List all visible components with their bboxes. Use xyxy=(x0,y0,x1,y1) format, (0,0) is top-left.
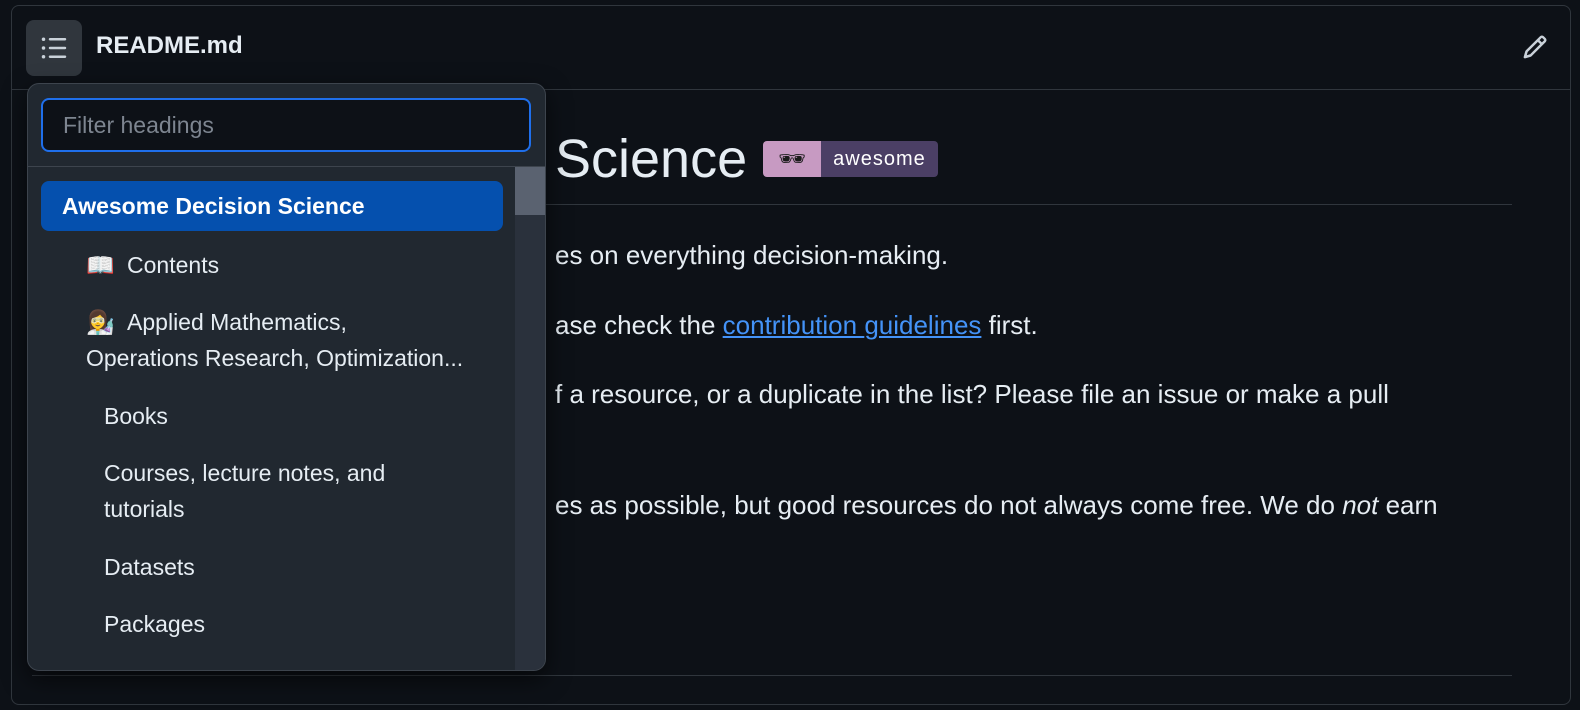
contribution-link[interactable]: contribution xyxy=(723,310,865,340)
outline-dropdown: Awesome Decision Science 📖 Contents 👩‍🔬 … xyxy=(27,83,546,671)
file-header: README.md xyxy=(12,6,1570,90)
contribution-text-before: ase check the xyxy=(555,310,723,340)
outline-item-label-line2: Operations Research, Optimization... xyxy=(86,345,464,371)
resources-paragraph: es as possible, but good resources do no… xyxy=(555,490,1438,521)
section-divider xyxy=(32,675,1512,676)
emphasis-not: not xyxy=(1342,490,1379,520)
outline-item-label: Contents xyxy=(127,252,220,278)
outline-item-datasets[interactable]: Datasets xyxy=(104,549,195,585)
outline-item-label: Books xyxy=(104,403,168,429)
filter-headings-input[interactable] xyxy=(41,98,531,152)
outline-scrollbar[interactable] xyxy=(515,167,545,670)
outline-item-awesome-decision-science[interactable]: Awesome Decision Science xyxy=(41,181,503,231)
awesome-badge[interactable]: 🕶 awesome xyxy=(763,141,938,177)
resources-text-after: earn xyxy=(1378,490,1438,520)
outline-item-packages[interactable]: Packages xyxy=(104,606,205,642)
edit-file-button[interactable] xyxy=(1520,32,1550,62)
outline-item-contents[interactable]: 📖 Contents xyxy=(86,247,219,283)
filter-area xyxy=(28,84,545,167)
resources-text-before: es as possible, but good resources do no… xyxy=(555,490,1343,520)
outline-item-books[interactable]: Books xyxy=(104,398,168,434)
contribution-paragraph: ase check the contribution guidelines fi… xyxy=(555,310,1038,341)
badge-label: awesome xyxy=(821,141,938,177)
outline-item-label-line2: tutorials xyxy=(104,496,185,522)
contribution-text-after: first. xyxy=(981,310,1038,340)
file-name: README.md xyxy=(96,32,243,59)
readme-title-text: Science xyxy=(555,129,748,189)
outline-list: Awesome Decision Science 📖 Contents 👩‍🔬 … xyxy=(28,167,518,670)
outline-item-label: Applied Mathematics, xyxy=(127,309,347,335)
outline-item-label: Datasets xyxy=(104,554,195,580)
sunglasses-icon: 🕶 xyxy=(763,141,822,177)
outline-item-applied-mathematics[interactable]: 👩‍🔬 Applied Mathematics, Operations Rese… xyxy=(86,304,463,376)
outline-item-label: Packages xyxy=(104,611,206,637)
scrollbar-thumb[interactable] xyxy=(515,167,545,215)
outline-item-courses[interactable]: Courses, lecture notes, and tutorials xyxy=(104,455,385,527)
list-unordered-icon xyxy=(41,37,67,59)
pencil-icon xyxy=(1523,35,1547,59)
outline-item-label: Awesome Decision Science xyxy=(62,193,365,219)
intro-paragraph: es on everything decision-making. xyxy=(555,240,949,270)
scientist-icon: 👩‍🔬 xyxy=(86,309,115,335)
guidelines-link[interactable]: guidelines xyxy=(864,310,981,340)
book-icon: 📖 xyxy=(86,252,115,278)
outline-item-label: Courses, lecture notes, and xyxy=(104,460,386,486)
issue-paragraph: f a resource, or a duplicate in the list… xyxy=(555,379,1389,409)
outline-toggle-button[interactable] xyxy=(26,20,82,76)
